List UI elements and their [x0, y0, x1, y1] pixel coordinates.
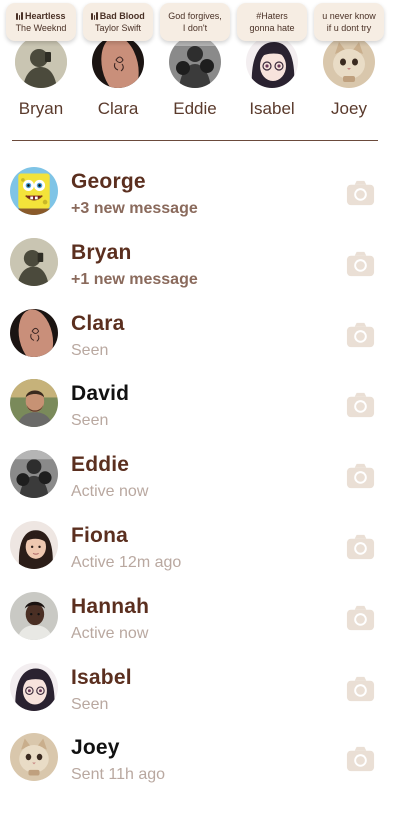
note-song-title: Bad Blood: [91, 10, 145, 22]
note-line-1: u never know: [322, 11, 376, 21]
camera-button[interactable]: [345, 460, 376, 491]
camera-icon: [346, 180, 375, 206]
message-status: Active now: [71, 624, 149, 642]
story-eddie[interactable]: God forgives, I don't Eddie: [157, 0, 233, 130]
conversation-row-fiona[interactable]: Fiona Active 12m ago: [0, 516, 400, 587]
note-line-1: Heartless: [24, 11, 66, 21]
camera-button[interactable]: [345, 602, 376, 633]
contact-name: Hannah: [71, 594, 150, 618]
silhouette-avatar[interactable]: [15, 36, 67, 88]
contact-name: George: [71, 170, 146, 193]
message-status: Seen: [71, 341, 109, 359]
story-isabel[interactable]: #Haters gonna hate Isabel: [234, 0, 310, 130]
note-line-2: gonna hate: [249, 23, 295, 33]
divider: [12, 140, 378, 141]
camera-icon: [346, 676, 375, 701]
boxer-avatar[interactable]: [169, 36, 221, 88]
cat-avatar[interactable]: [10, 733, 58, 782]
story-name: Joey: [331, 99, 367, 118]
camera-button[interactable]: [345, 743, 376, 774]
contact-name: Isabel: [71, 665, 132, 689]
contact-name: Bryan: [71, 240, 132, 264]
camera-icon: [346, 393, 375, 418]
conversation-row-isabel[interactable]: Isabel Seen: [0, 658, 400, 729]
note-text-line: God forgives,: [168, 10, 222, 22]
story-name: Eddie: [173, 99, 217, 118]
camera-button[interactable]: [345, 248, 376, 279]
note-line-1: God forgives,: [168, 11, 222, 21]
camera-icon: [346, 322, 375, 347]
woman-photo-avatar-2[interactable]: [10, 591, 58, 640]
story-joey[interactable]: u never know if u dont try Joey: [311, 0, 387, 130]
anime-girl-avatar[interactable]: [246, 36, 298, 88]
message-status: Sent 11h ago: [71, 766, 166, 784]
note-bubble[interactable]: u never know if u dont try: [314, 3, 384, 41]
tattoo-avatar[interactable]: [92, 36, 144, 88]
note-bubble[interactable]: Bad Blood Taylor Swift: [83, 3, 153, 41]
note-artist: The Weeknd: [15, 23, 67, 33]
silhouette-avatar[interactable]: [10, 237, 58, 286]
message-status: +1 new message: [71, 270, 198, 288]
camera-button[interactable]: [345, 177, 376, 208]
note-line-1: Bad Blood: [99, 11, 145, 21]
cat-avatar[interactable]: [323, 36, 375, 88]
message-status: Seen: [71, 695, 109, 713]
note-line-2: I don't: [182, 23, 208, 33]
conversation-row-hannah[interactable]: Hannah Active now: [0, 587, 400, 658]
contact-name: David: [71, 382, 130, 406]
woman-photo-avatar[interactable]: [10, 520, 58, 569]
contact-name: Joey: [71, 736, 120, 760]
note-line-2: if u dont try: [326, 23, 372, 33]
conversation-list: George +3 new message Bryan +1 new message C…: [0, 162, 400, 799]
story-name: Bryan: [18, 99, 64, 118]
note-artist: Taylor Swift: [94, 23, 141, 33]
note-text-line: #Haters: [256, 10, 288, 22]
music-bars-icon: [16, 12, 23, 20]
camera-button[interactable]: [345, 531, 376, 562]
sponge-avatar[interactable]: [10, 167, 58, 215]
story-bryan[interactable]: Heartless The Weeknd Bryan: [3, 0, 79, 130]
conversation-row-clara[interactable]: Clara Seen: [0, 304, 400, 375]
note-bubble[interactable]: Heartless The Weeknd: [6, 3, 76, 41]
music-bars-icon: [91, 12, 98, 20]
note-song-title: Heartless: [16, 10, 66, 22]
camera-button[interactable]: [345, 389, 376, 420]
camera-icon: [346, 605, 375, 630]
note-bubble[interactable]: God forgives, I don't: [160, 3, 230, 41]
conversation-row-george[interactable]: George +3 new message: [0, 162, 400, 233]
conversation-row-bryan[interactable]: Bryan +1 new message: [0, 233, 400, 304]
conversation-row-eddie[interactable]: Eddie Active now: [0, 445, 400, 516]
note-line-1: #Haters: [256, 11, 288, 21]
camera-icon: [346, 534, 375, 560]
camera-icon: [346, 251, 375, 276]
story-name: Clara: [97, 99, 139, 118]
stories-row: Heartless The Weeknd Bryan Bad Blood Taylor …: [0, 0, 400, 130]
man-photo-avatar[interactable]: [10, 379, 58, 428]
story-clara[interactable]: Bad Blood Taylor Swift Clara: [80, 0, 156, 130]
message-status: Seen: [71, 412, 109, 430]
camera-icon: [346, 464, 375, 489]
camera-button[interactable]: [345, 673, 376, 704]
messages-screen: Heartless The Weeknd Bryan Bad Blood Taylor …: [0, 0, 400, 815]
camera-icon: [346, 747, 375, 772]
boxer-avatar[interactable]: [10, 450, 58, 499]
message-status: Active now: [71, 483, 149, 501]
anime-girl-avatar[interactable]: [10, 662, 58, 711]
camera-button[interactable]: [345, 319, 376, 350]
contact-name: Fiona: [71, 523, 128, 547]
note-bubble[interactable]: #Haters gonna hate: [237, 3, 307, 41]
story-name: Isabel: [249, 99, 295, 118]
tattoo-avatar[interactable]: [10, 308, 58, 357]
contact-name: Eddie: [71, 453, 130, 477]
message-status: Active 12m ago: [71, 553, 182, 571]
conversation-row-joey[interactable]: Joey Sent 11h ago: [0, 728, 400, 799]
note-text-line: u never know: [322, 10, 376, 22]
conversation-row-david[interactable]: David Seen: [0, 374, 400, 445]
message-status: +3 new message: [71, 200, 198, 217]
contact-name: Clara: [71, 311, 125, 335]
